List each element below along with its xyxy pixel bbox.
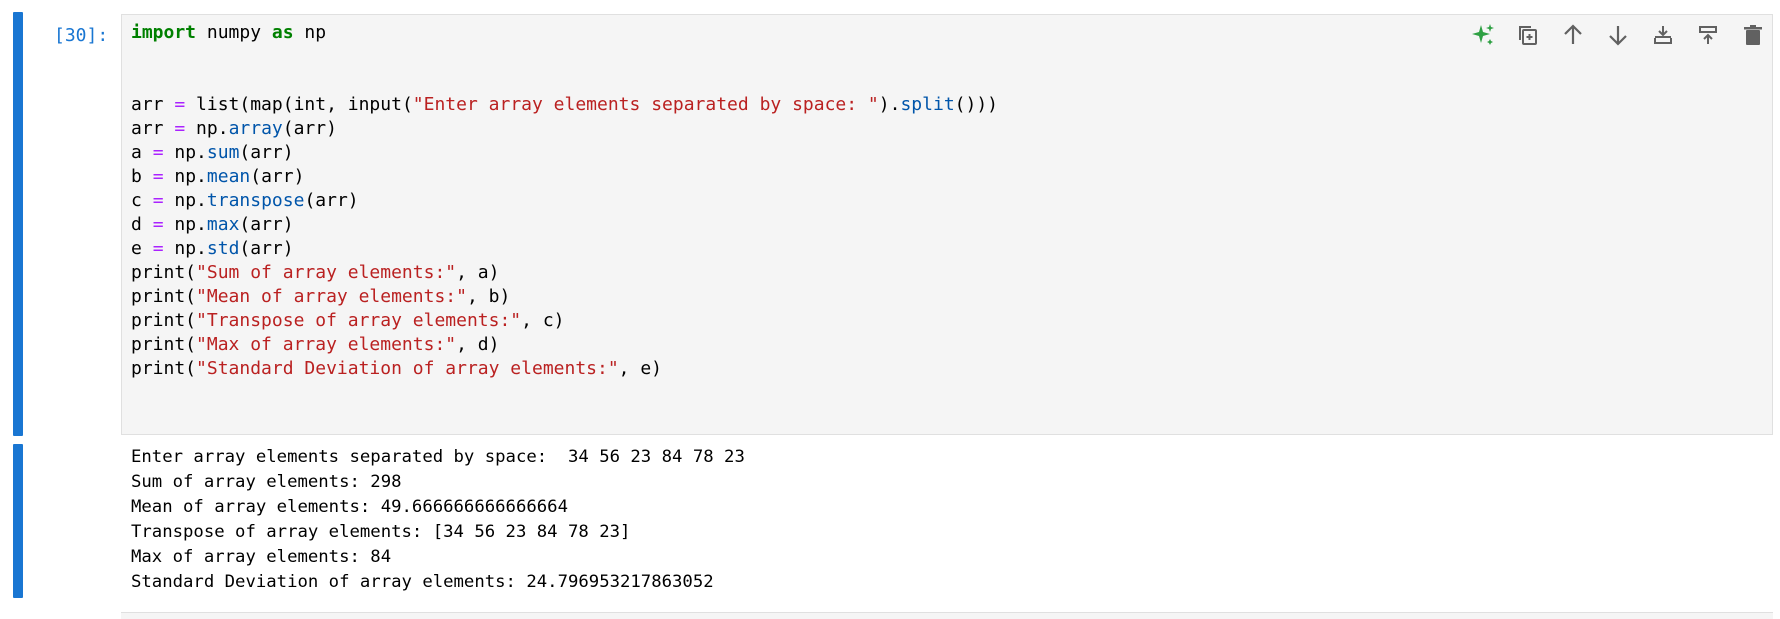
code-token: "Mean of array elements:" (196, 286, 467, 307)
code-line: import numpy as np (131, 21, 326, 45)
code-token: = (152, 190, 164, 211)
output-line: Standard Deviation of array elements: 24… (131, 572, 714, 592)
output-collapser-bar[interactable] (13, 444, 23, 598)
code-token: (arr) (239, 142, 294, 163)
code-token: e (131, 238, 153, 259)
code-line: print("Mean of array elements:", b) (131, 285, 510, 309)
code-token: (arr) (239, 214, 294, 235)
code-token: , b) (466, 286, 511, 307)
code-editor[interactable]: import numpy as np arr = list(map(int, in… (121, 14, 1773, 435)
code-line: b = np.mean(arr) (131, 165, 304, 189)
code-token: transpose (206, 190, 305, 211)
insert-cell-below-icon (1699, 26, 1717, 44)
output-line: Max of array elements: 84 (131, 547, 392, 567)
code-token: print( (131, 262, 197, 283)
code-token: a (131, 142, 153, 163)
insert-cell-above-icon (1654, 26, 1672, 44)
code-line: arr = list(map(int, input("Enter array e… (131, 93, 998, 117)
code-token: = (152, 142, 164, 163)
move-cell-up-button[interactable] (1558, 20, 1588, 50)
input-collapser-bar[interactable] (13, 12, 23, 436)
code-token: split (900, 94, 955, 115)
code-token: = (152, 166, 164, 187)
code-token: max (206, 214, 240, 235)
code-token: ). (878, 94, 901, 115)
code-token: = (152, 214, 164, 235)
output-line: Mean of array elements: 49.6666666666666… (131, 497, 568, 517)
code-token: np. (163, 190, 207, 211)
code-line: print("Standard Deviation of array eleme… (131, 357, 662, 381)
execution-count-prompt: [30]: (54, 25, 109, 46)
code-line: c = np.transpose(arr) (131, 189, 359, 213)
code-token: array (228, 118, 283, 139)
code-token: ())) (954, 94, 999, 115)
code-line: print("Sum of array elements:", a) (131, 261, 499, 285)
code-token: as (271, 22, 294, 43)
code-token: arr (131, 94, 175, 115)
duplicate-cell-icon (1519, 26, 1537, 45)
code-token: = (174, 118, 186, 139)
code-token: "Enter array elements separated by space… (412, 94, 879, 115)
code-line: d = np.max(arr) (131, 213, 294, 237)
code-token: np. (163, 142, 207, 163)
delete-cell-icon (1744, 25, 1762, 45)
code-token: numpy (196, 22, 272, 43)
code-token: = (174, 94, 186, 115)
code-token: np. (163, 166, 207, 187)
code-token: (arr) (304, 190, 359, 211)
insert-cell-below-button[interactable] (1693, 20, 1723, 50)
code-token: print( (131, 334, 197, 355)
code-token: "Sum of array elements:" (196, 262, 457, 283)
code-token: "Standard Deviation of array elements:" (196, 358, 619, 379)
cell-output: Enter array elements separated by space:… (131, 445, 1761, 605)
generate-ai-button[interactable] (1468, 20, 1498, 50)
code-token: print( (131, 310, 197, 331)
cell-toolbar (1468, 20, 1768, 50)
code-line: print("Max of array elements:", d) (131, 333, 499, 357)
move-up-icon (1564, 24, 1582, 44)
code-line: a = np.sum(arr) (131, 141, 294, 165)
code-token: np. (185, 118, 229, 139)
output-line: Transpose of array elements: [34 56 23 8… (131, 522, 631, 542)
code-token: list(map(int, input( (185, 94, 413, 115)
code-token: arr (131, 118, 175, 139)
output-line: Enter array elements separated by space:… (131, 447, 745, 467)
code-token: np (293, 22, 327, 43)
next-cell[interactable] (121, 612, 1773, 619)
code-line: arr = np.array(arr) (131, 117, 337, 141)
code-line: e = np.std(arr) (131, 237, 294, 261)
move-cell-down-button[interactable] (1603, 20, 1633, 50)
code-token: (arr) (282, 118, 337, 139)
delete-cell-button[interactable] (1738, 20, 1768, 50)
code-token: , a) (456, 262, 500, 283)
code-token: print( (131, 358, 197, 379)
code-token: , d) (456, 334, 500, 355)
code-token: , e) (618, 358, 663, 379)
code-token: mean (206, 166, 251, 187)
move-down-icon (1609, 26, 1627, 46)
code-token: np. (163, 214, 207, 235)
code-token: b (131, 166, 153, 187)
code-line: print("Transpose of array elements:", c) (131, 309, 565, 333)
code-token: "Max of array elements:" (196, 334, 457, 355)
code-token: sum (206, 142, 240, 163)
code-token: = (152, 238, 164, 259)
output-line: Sum of array elements: 298 (131, 472, 402, 492)
code-token: import (131, 22, 197, 43)
code-token: np. (163, 238, 207, 259)
code-token: (arr) (239, 238, 294, 259)
code-token: c (131, 190, 153, 211)
code-token: d (131, 214, 153, 235)
code-token: (arr) (250, 166, 305, 187)
sparkle-ai-icon (1472, 24, 1494, 45)
duplicate-cell-button[interactable] (1513, 20, 1543, 50)
code-token: "Transpose of array elements:" (196, 310, 522, 331)
code-token: print( (131, 286, 197, 307)
code-token: std (206, 238, 240, 259)
insert-cell-above-button[interactable] (1648, 20, 1678, 50)
code-token: , c) (521, 310, 565, 331)
